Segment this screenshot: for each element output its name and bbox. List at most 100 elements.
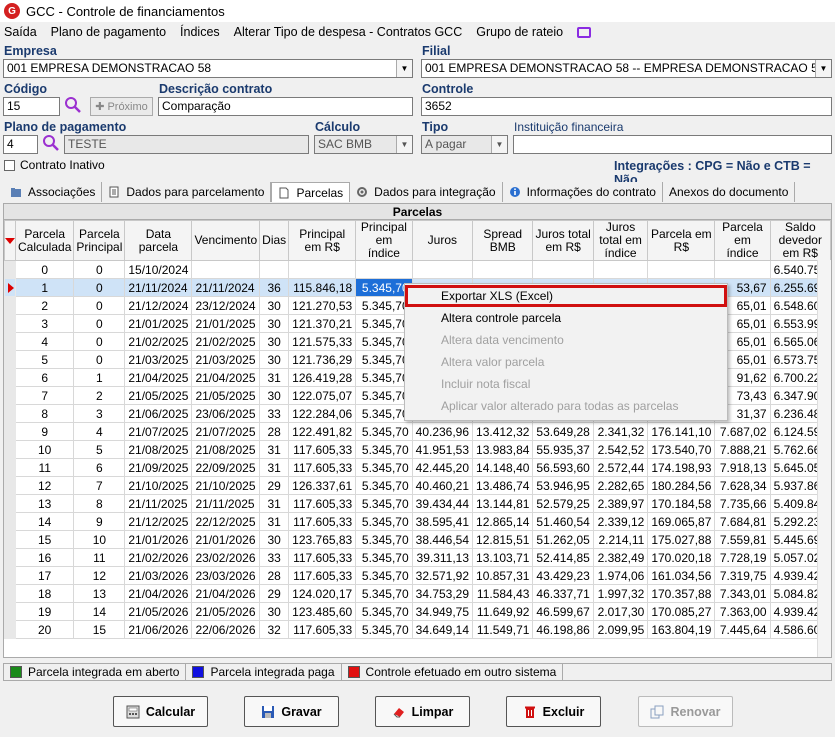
table-cell[interactable]: 9 bbox=[14, 422, 75, 441]
table-cell[interactable]: 170.085,27 bbox=[647, 602, 716, 621]
table-cell[interactable]: 11 bbox=[73, 548, 126, 567]
table-row[interactable]: 20 15 21/06/2026 22/06/2026 32 117.605,33 5.34… bbox=[4, 620, 831, 639]
table-cell[interactable]: 176.141,10 bbox=[647, 422, 716, 441]
table-cell[interactable]: 3 bbox=[73, 404, 126, 423]
row-indicator[interactable] bbox=[4, 458, 16, 477]
table-cell[interactable]: 31 bbox=[259, 494, 290, 513]
table-cell[interactable]: 7 bbox=[14, 386, 75, 405]
col-header[interactable]: Parcela em índice bbox=[714, 220, 771, 261]
table-cell[interactable]: 21/11/2025 bbox=[191, 494, 261, 513]
table-cell[interactable]: 5 bbox=[73, 440, 126, 459]
gravar-button[interactable]: Gravar bbox=[244, 696, 339, 727]
table-cell[interactable]: 21/08/2025 bbox=[124, 440, 193, 459]
table-cell[interactable]: 39.311,13 bbox=[411, 548, 474, 567]
table-cell[interactable]: 52.414,85 bbox=[532, 548, 594, 567]
table-cell[interactable]: 21/05/2025 bbox=[191, 386, 261, 405]
table-cell[interactable]: 21/12/2024 bbox=[124, 296, 193, 315]
table-cell[interactable] bbox=[259, 260, 290, 279]
table-cell[interactable]: 5.345,70 bbox=[355, 566, 413, 585]
table-cell[interactable]: 1.997,32 bbox=[592, 584, 649, 603]
table-cell[interactable]: 53.649,28 bbox=[532, 422, 594, 441]
table-cell[interactable]: 7.918,13 bbox=[714, 458, 771, 477]
table-cell[interactable]: 7.445,64 bbox=[714, 620, 771, 639]
tab-parcelas[interactable]: Parcelas bbox=[271, 182, 351, 202]
row-indicator[interactable] bbox=[4, 350, 16, 369]
col-header[interactable]: Parcela Calculada bbox=[14, 220, 75, 261]
table-cell[interactable]: 40.236,96 bbox=[411, 422, 474, 441]
table-cell[interactable]: 43.429,23 bbox=[532, 566, 594, 585]
table-cell[interactable]: 6 bbox=[14, 368, 75, 387]
table-cell[interactable]: 169.065,87 bbox=[647, 512, 716, 531]
table-cell[interactable]: 5.345,70 bbox=[355, 458, 413, 477]
row-indicator[interactable] bbox=[4, 404, 16, 423]
row-indicator[interactable] bbox=[4, 368, 16, 387]
table-cell[interactable]: 21/01/2025 bbox=[124, 314, 193, 333]
table-cell[interactable]: 23/12/2024 bbox=[191, 296, 261, 315]
table-cell[interactable]: 2.099,95 bbox=[592, 620, 649, 639]
table-cell[interactable]: 175.027,88 bbox=[647, 530, 716, 549]
table-cell[interactable]: 5.345,70 bbox=[355, 512, 413, 531]
table-cell[interactable]: 21/01/2026 bbox=[191, 530, 261, 549]
table-row[interactable]: 12 7 21/10/2025 21/10/2025 29 126.337,61 5.345… bbox=[4, 476, 831, 495]
table-cell[interactable]: 31 bbox=[259, 440, 290, 459]
table-cell[interactable]: 18 bbox=[14, 584, 75, 603]
table-cell[interactable]: 161.034,56 bbox=[647, 566, 716, 585]
table-cell[interactable]: 117.605,33 bbox=[288, 494, 357, 513]
table-cell[interactable]: 21/03/2026 bbox=[124, 566, 193, 585]
row-indicator[interactable] bbox=[4, 548, 16, 567]
table-cell[interactable]: 21/03/2025 bbox=[191, 350, 261, 369]
chevron-down-icon[interactable]: ▼ bbox=[491, 136, 507, 153]
table-row[interactable]: 9 4 21/07/2025 21/07/2025 28 122.491,82 5.345,… bbox=[4, 422, 831, 441]
table-cell[interactable]: 30 bbox=[259, 386, 290, 405]
table-cell[interactable]: 15 bbox=[73, 620, 126, 639]
table-cell[interactable]: 12 bbox=[14, 476, 75, 495]
chevron-down-icon[interactable]: ▼ bbox=[396, 136, 412, 153]
table-cell[interactable]: 7.319,75 bbox=[714, 566, 771, 585]
table-cell[interactable]: 32 bbox=[259, 620, 290, 639]
table-cell[interactable]: 32.571,92 bbox=[411, 566, 474, 585]
table-cell[interactable]: 5.345,70 bbox=[355, 476, 413, 495]
table-cell[interactable]: 5.345,70 bbox=[355, 620, 413, 639]
table-cell[interactable]: 0 bbox=[73, 260, 126, 279]
table-cell[interactable] bbox=[288, 260, 357, 279]
table-cell[interactable]: 34.949,75 bbox=[411, 602, 474, 621]
tipo-select[interactable]: A pagar ▼ bbox=[421, 135, 508, 154]
table-cell[interactable]: 7.735,66 bbox=[714, 494, 771, 513]
col-header[interactable]: Parcela Principal bbox=[73, 220, 126, 261]
table-cell[interactable]: 33 bbox=[259, 548, 290, 567]
table-cell[interactable]: 23/06/2025 bbox=[191, 404, 261, 423]
tab-associacoes[interactable]: Associações bbox=[4, 182, 103, 202]
table-cell[interactable]: 55.935,37 bbox=[532, 440, 594, 459]
table-cell[interactable] bbox=[714, 260, 771, 279]
table-cell[interactable]: 5.345,70 bbox=[355, 548, 413, 567]
table-cell[interactable]: 21/04/2025 bbox=[191, 368, 261, 387]
table-cell[interactable]: 31 bbox=[259, 458, 290, 477]
table-cell[interactable] bbox=[355, 260, 413, 279]
table-cell[interactable]: 22/12/2025 bbox=[191, 512, 261, 531]
table-cell[interactable]: 15/10/2024 bbox=[124, 260, 193, 279]
table-cell[interactable]: 21/02/2025 bbox=[191, 332, 261, 351]
table-cell[interactable]: 21/11/2025 bbox=[124, 494, 193, 513]
table-cell[interactable]: 13.486,74 bbox=[472, 476, 534, 495]
descricao-input[interactable]: Comparação bbox=[158, 97, 413, 116]
table-cell[interactable]: 46.198,86 bbox=[532, 620, 594, 639]
table-cell[interactable]: 117.605,33 bbox=[288, 548, 357, 567]
table-cell[interactable]: 38.595,41 bbox=[411, 512, 474, 531]
table-cell[interactable]: 34.753,29 bbox=[411, 584, 474, 603]
table-cell[interactable]: 30 bbox=[259, 350, 290, 369]
table-cell[interactable]: 10 bbox=[73, 530, 126, 549]
table-cell[interactable] bbox=[592, 260, 649, 279]
table-cell[interactable]: 23/02/2026 bbox=[191, 548, 261, 567]
table-cell[interactable]: 11.584,43 bbox=[472, 584, 534, 603]
table-cell[interactable]: 6 bbox=[73, 458, 126, 477]
table-cell[interactable]: 21/09/2025 bbox=[124, 458, 193, 477]
table-cell[interactable]: 39.434,44 bbox=[411, 494, 474, 513]
table-cell[interactable]: 180.284,56 bbox=[647, 476, 716, 495]
table-cell[interactable]: 126.337,61 bbox=[288, 476, 357, 495]
table-cell[interactable]: 13.412,32 bbox=[472, 422, 534, 441]
table-cell[interactable]: 21/05/2025 bbox=[124, 386, 193, 405]
table-cell[interactable]: 2.341,32 bbox=[592, 422, 649, 441]
table-cell[interactable]: 2.017,30 bbox=[592, 602, 649, 621]
table-cell[interactable]: 21/04/2025 bbox=[124, 368, 193, 387]
table-cell[interactable]: 2.382,49 bbox=[592, 548, 649, 567]
